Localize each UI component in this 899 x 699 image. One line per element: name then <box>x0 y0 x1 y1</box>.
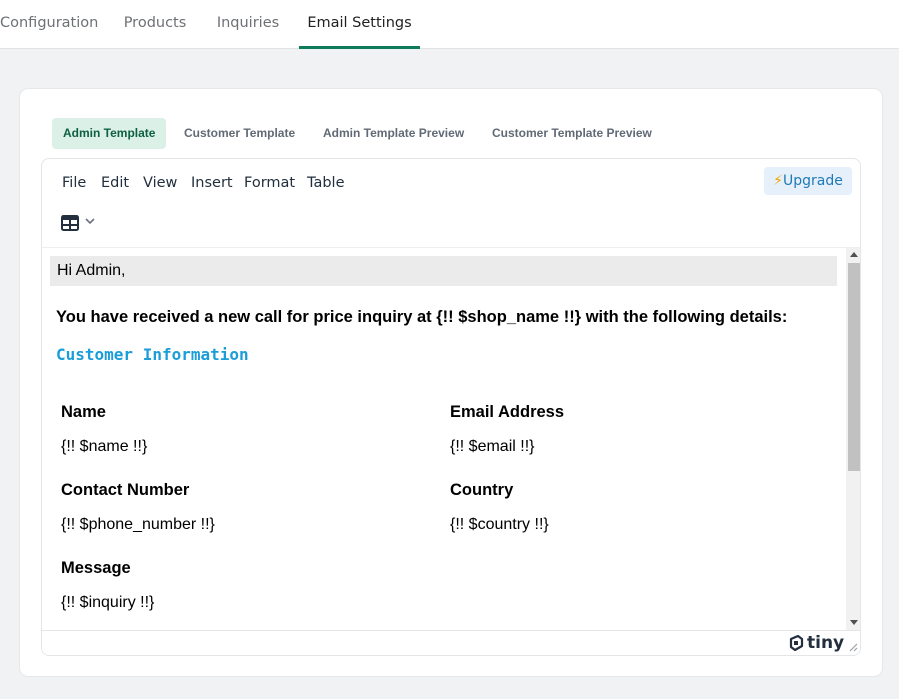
field-label-email: Email Address <box>450 403 565 421</box>
tiny-brand-text: tiny <box>807 633 845 653</box>
chevron-down-icon <box>85 218 95 225</box>
field-value-phone: {!! $phone_number !!} <box>61 516 215 533</box>
field-label-name: Name <box>61 403 106 421</box>
subtab-customer-template[interactable]: Customer Template <box>173 118 306 149</box>
menu-file[interactable]: File <box>62 175 86 191</box>
tab-email-settings[interactable]: Email Settings <box>299 0 420 49</box>
menu-view[interactable]: View <box>143 175 177 191</box>
scroll-up-arrow-icon[interactable] <box>850 252 858 257</box>
editor-statusbar: tiny <box>42 630 860 655</box>
scrollbar-thumb[interactable] <box>848 263 860 471</box>
field-label-message: Message <box>61 559 131 577</box>
section-title: Customer Information <box>56 345 249 364</box>
field-value-name: {!! $name !!} <box>61 438 148 455</box>
table-icon <box>61 215 79 231</box>
scroll-down-arrow-icon[interactable] <box>850 620 858 625</box>
field-label-country: Country <box>450 481 514 499</box>
field-value-message: {!! $inquiry !!} <box>61 594 155 611</box>
field-value-email: {!! $email !!} <box>450 438 535 455</box>
intro-text: You have received a new call for price i… <box>56 308 788 326</box>
lightning-bolt-icon: ⚡ <box>773 173 783 189</box>
tab-products[interactable]: Products <box>110 0 200 48</box>
tab-configuration[interactable]: Configuration <box>0 0 98 48</box>
menu-table[interactable]: Table <box>307 175 345 191</box>
subtab-customer-template-preview[interactable]: Customer Template Preview <box>481 118 663 149</box>
tab-inquiries[interactable]: Inquiries <box>210 0 286 48</box>
menu-edit[interactable]: Edit <box>101 175 129 191</box>
field-label-contact-number: Contact Number <box>61 481 190 499</box>
menu-insert[interactable]: Insert <box>191 175 233 191</box>
resize-handle-icon[interactable] <box>848 642 858 652</box>
editor-scrollbar[interactable] <box>846 248 860 630</box>
top-navigation: Configuration Products Inquiries Email S… <box>0 0 899 49</box>
subtab-admin-template-preview[interactable]: Admin Template Preview <box>312 118 475 149</box>
subtab-admin-template[interactable]: Admin Template <box>52 118 167 149</box>
table-toolbar-button[interactable] <box>58 211 100 235</box>
greeting-text: Hi Admin, <box>50 256 837 286</box>
tiny-logo[interactable]: tiny <box>788 633 844 653</box>
field-value-country: {!! $country !!} <box>450 516 549 533</box>
rich-text-editor: File Edit View Insert Format Table ⚡Upgr… <box>41 158 861 656</box>
upgrade-label: Upgrade <box>782 173 843 189</box>
menu-format[interactable]: Format <box>244 175 295 191</box>
upgrade-button[interactable]: ⚡Upgrade <box>764 167 852 195</box>
tiny-logo-icon <box>789 634 804 652</box>
editor-content[interactable]: Hi Admin, You have received a new call f… <box>42 248 846 630</box>
